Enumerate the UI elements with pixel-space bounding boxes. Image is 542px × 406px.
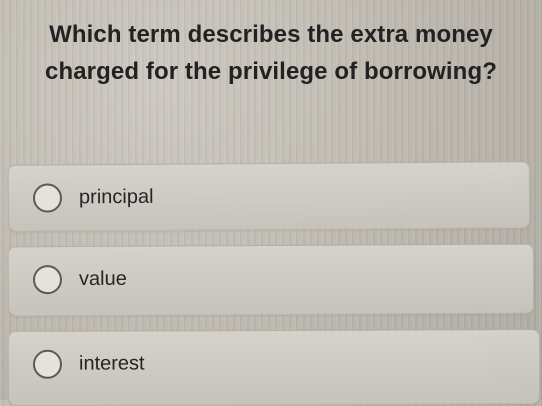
radio-button-interest[interactable] xyxy=(32,349,63,379)
answer-option-value[interactable]: value xyxy=(7,243,535,317)
question-text: Which term describes the extra money cha… xyxy=(45,21,497,85)
radio-button-value[interactable] xyxy=(32,265,63,295)
radio-button-principal[interactable] xyxy=(32,183,63,213)
answer-label-principal: principal xyxy=(78,185,154,209)
answer-option-interest[interactable]: interest xyxy=(7,329,541,406)
answer-label-value: value xyxy=(78,267,127,291)
answer-label-interest: interest xyxy=(78,352,145,375)
answer-option-principal[interactable]: principal xyxy=(7,161,531,232)
